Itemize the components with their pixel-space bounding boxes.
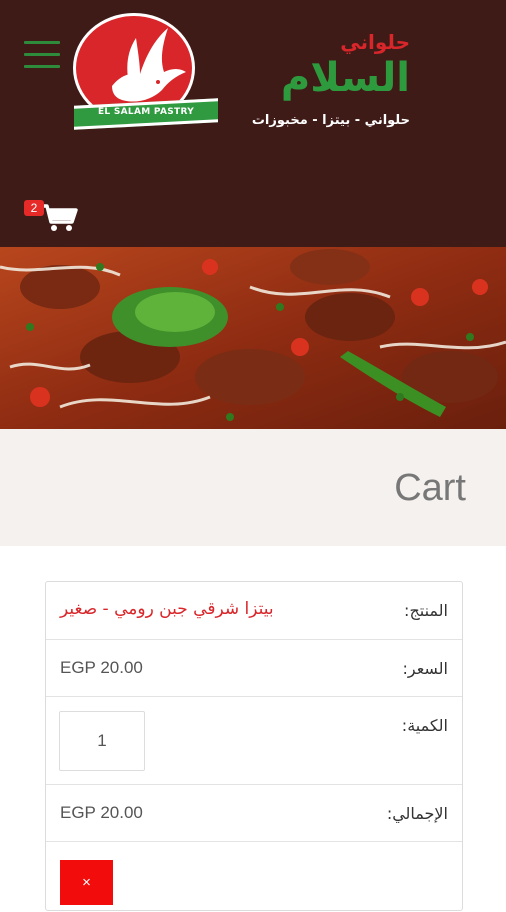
total-value: EGP 20.00 xyxy=(60,803,143,822)
app-header: EL SALAM PASTRY حلواني السلام حلواني - ب… xyxy=(0,0,506,247)
quantity-row: الكمية: 1 xyxy=(46,697,462,785)
remove-row: × xyxy=(46,842,462,912)
page-title: Cart xyxy=(394,467,466,509)
total-label: الإجمالي: xyxy=(386,804,448,823)
logo-ribbon: EL SALAM PASTRY xyxy=(74,96,224,136)
cart-count-badge: 2 xyxy=(24,200,44,216)
product-label: المنتج: xyxy=(404,601,448,620)
product-row: المنتج: بيتزا شرقي جبن رومي - صغير xyxy=(46,582,462,640)
quantity-input[interactable]: 1 xyxy=(59,711,145,771)
price-value: EGP 20.00 xyxy=(60,658,143,677)
brand-subtitle: حلواني xyxy=(340,30,410,54)
hamburger-menu-icon[interactable] xyxy=(24,41,60,69)
cart-item-card: المنتج: بيتزا شرقي جبن رومي - صغير السعر… xyxy=(45,581,463,911)
brand-tagline: حلواني - بيتزا - مخبوزات xyxy=(251,113,410,128)
pizza-banner-image xyxy=(0,247,506,429)
price-label: السعر: xyxy=(402,659,448,678)
product-name-link[interactable]: بيتزا شرقي جبن رومي - صغير xyxy=(60,599,274,619)
brand-title: السلام xyxy=(280,55,410,101)
logo-ribbon-text: EL SALAM PASTRY xyxy=(97,107,195,117)
page-title-band: Cart xyxy=(0,429,506,546)
price-row: السعر: EGP 20.00 xyxy=(46,640,462,697)
cart-button[interactable]: 2 xyxy=(22,198,80,234)
quantity-label: الكمية: xyxy=(401,716,448,735)
remove-item-button[interactable]: × xyxy=(60,860,113,905)
total-row: الإجمالي: EGP 20.00 xyxy=(46,785,462,842)
